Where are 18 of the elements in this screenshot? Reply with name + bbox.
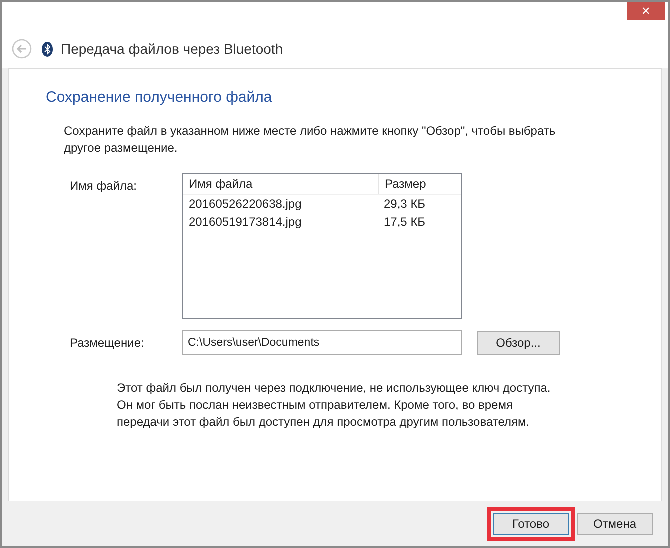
file-size: 17,5 КБ bbox=[383, 215, 426, 229]
file-name[interactable]: 20160519173814.jpg bbox=[183, 215, 378, 229]
window-title: Передача файлов через Bluetooth bbox=[61, 41, 284, 57]
close-button[interactable]: ✕ bbox=[627, 2, 665, 20]
column-header[interactable]: Размер bbox=[379, 177, 426, 191]
column-header[interactable]: Имя файла bbox=[183, 174, 379, 194]
back-icon[interactable] bbox=[12, 39, 32, 59]
page-heading: Сохранение полученного файла bbox=[46, 89, 274, 106]
bluetooth-icon bbox=[42, 42, 53, 56]
warning-text: Этот файл был получен через подключение, не использующее ключ доступа. Он мог быть послан неизвестным отправителем. Кроме того, во время передачи этот файл был доступен для просмотра другим пользователям. bbox=[117, 380, 552, 431]
file-name[interactable]: 20160526220638.jpg bbox=[183, 197, 378, 211]
browse-button[interactable]: Обзор... bbox=[477, 330, 560, 354]
dialog-button[interactable]: Отмена bbox=[577, 512, 653, 534]
file-size: 29,3 КБ bbox=[383, 197, 426, 211]
location-field[interactable]: C:\Users\user\Documents bbox=[182, 330, 462, 355]
instruction-text: Сохраните файл в указанном ниже месте либо нажмите кнопку "Обзор", чтобы выбрать другое размещение. bbox=[64, 123, 557, 157]
field-label: Размещение: bbox=[70, 336, 146, 350]
field-label: Имя файла: bbox=[70, 178, 138, 193]
